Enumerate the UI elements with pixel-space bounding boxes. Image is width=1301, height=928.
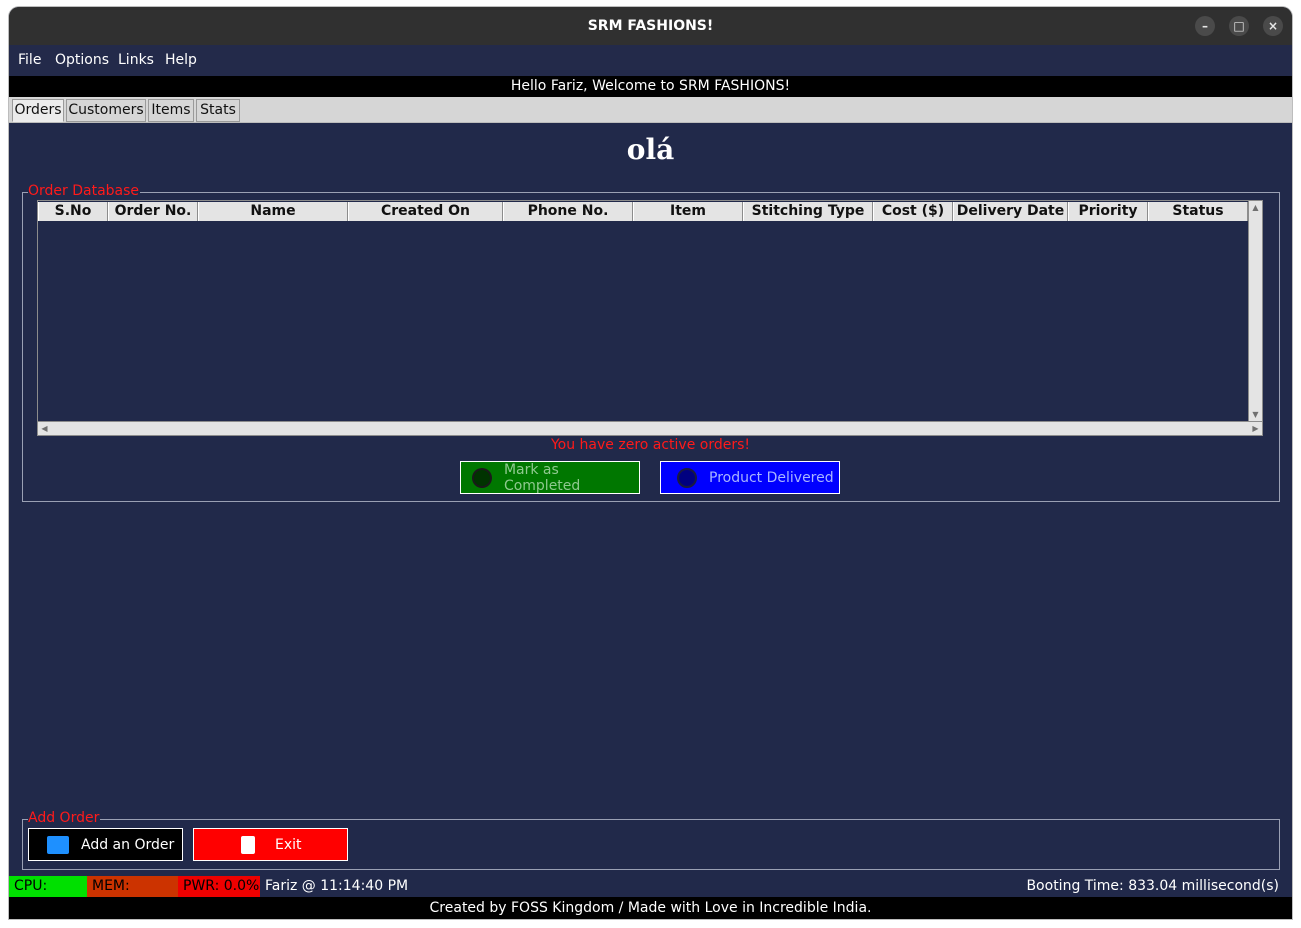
exit-button[interactable]: Exit [193, 828, 348, 861]
column-header[interactable]: Phone No. [503, 202, 633, 221]
check-circle-icon [472, 467, 492, 488]
horizontal-scrollbar[interactable]: ◀ ▶ [38, 421, 1262, 435]
menu-options[interactable]: Options [55, 52, 109, 68]
add-order-label: Add an Order [81, 836, 175, 853]
add-order-button[interactable]: Add an Order [28, 828, 183, 861]
menu-bar: File Options Links Help [9, 45, 1292, 76]
exit-door-icon [241, 835, 255, 854]
column-header[interactable]: Order No. [108, 202, 198, 221]
column-header[interactable]: Status [1148, 202, 1248, 221]
mark-completed-label: Mark as Completed [503, 461, 581, 494]
column-header[interactable]: Priority [1068, 202, 1148, 221]
menu-help[interactable]: Help [165, 52, 197, 68]
add-order-legend: Add Order [28, 810, 101, 826]
scroll-up-icon[interactable]: ▲ [1250, 202, 1261, 213]
footer-credits: Created by FOSS Kingdom / Made with Love… [9, 897, 1292, 919]
product-delivered-button[interactable]: Product Delivered [660, 461, 840, 494]
cpu-indicator: CPU: 4.8% [9, 876, 87, 915]
close-button[interactable]: × [1263, 16, 1283, 36]
tab-orders[interactable]: Orders [12, 99, 64, 122]
column-header[interactable]: S.No [38, 202, 108, 221]
column-header[interactable]: Created On [348, 202, 503, 221]
tab-stats[interactable]: Stats [196, 99, 240, 122]
mark-completed-button[interactable]: Mark as Completed [460, 461, 640, 494]
mem-indicator: MEM: 78.0% [87, 876, 178, 915]
tab-bar: Orders Customers Items Stats [9, 97, 1292, 123]
exit-label: Exit [275, 836, 302, 853]
greeting-heading: olá [626, 133, 675, 166]
menu-file[interactable]: File [18, 52, 41, 68]
window-title: SRM FASHIONS! [587, 18, 714, 34]
maximize-button[interactable]: □ [1229, 16, 1249, 36]
table-header: S.No Order No. Name Created On Phone No.… [38, 202, 1248, 221]
column-header[interactable]: Item [633, 202, 743, 221]
scroll-left-icon[interactable]: ◀ [39, 423, 50, 434]
orders-table: S.No Order No. Name Created On Phone No.… [37, 200, 1263, 436]
column-header[interactable]: Name [198, 202, 348, 221]
app-window: SRM FASHIONS! – □ × File Options Links H… [9, 7, 1292, 919]
column-header[interactable]: Stitching Type [743, 202, 873, 221]
tab-customers[interactable]: Customers [66, 99, 146, 122]
cart-add-icon [47, 835, 69, 854]
status-bar: CPU: 4.8% MEM: 78.0% PWR: 0.0% Fariz @ 1… [9, 876, 1292, 915]
empty-orders-message: You have zero active orders! [550, 437, 751, 453]
delivery-icon [677, 467, 697, 488]
vertical-scrollbar[interactable]: ▲ ▼ [1248, 201, 1262, 421]
boot-time: Booting Time: 833.04 millisecond(s) [1026, 878, 1279, 894]
product-delivered-label: Product Delivered [709, 469, 834, 486]
welcome-banner: Hello Fariz, Welcome to SRM FASHIONS! [9, 76, 1292, 97]
minimize-button[interactable]: – [1195, 16, 1215, 36]
tab-items[interactable]: Items [148, 99, 194, 122]
user-clock: Fariz @ 11:14:40 PM [265, 878, 409, 894]
title-bar: SRM FASHIONS! – □ × [9, 7, 1292, 45]
scroll-right-icon[interactable]: ▶ [1250, 423, 1261, 434]
scroll-down-icon[interactable]: ▼ [1250, 409, 1261, 420]
order-database-legend: Order Database [28, 183, 141, 199]
column-header[interactable]: Delivery Date [953, 202, 1068, 221]
column-header[interactable]: Cost ($) [873, 202, 953, 221]
pwr-indicator: PWR: 0.0% [178, 876, 260, 897]
menu-links[interactable]: Links [118, 52, 154, 68]
